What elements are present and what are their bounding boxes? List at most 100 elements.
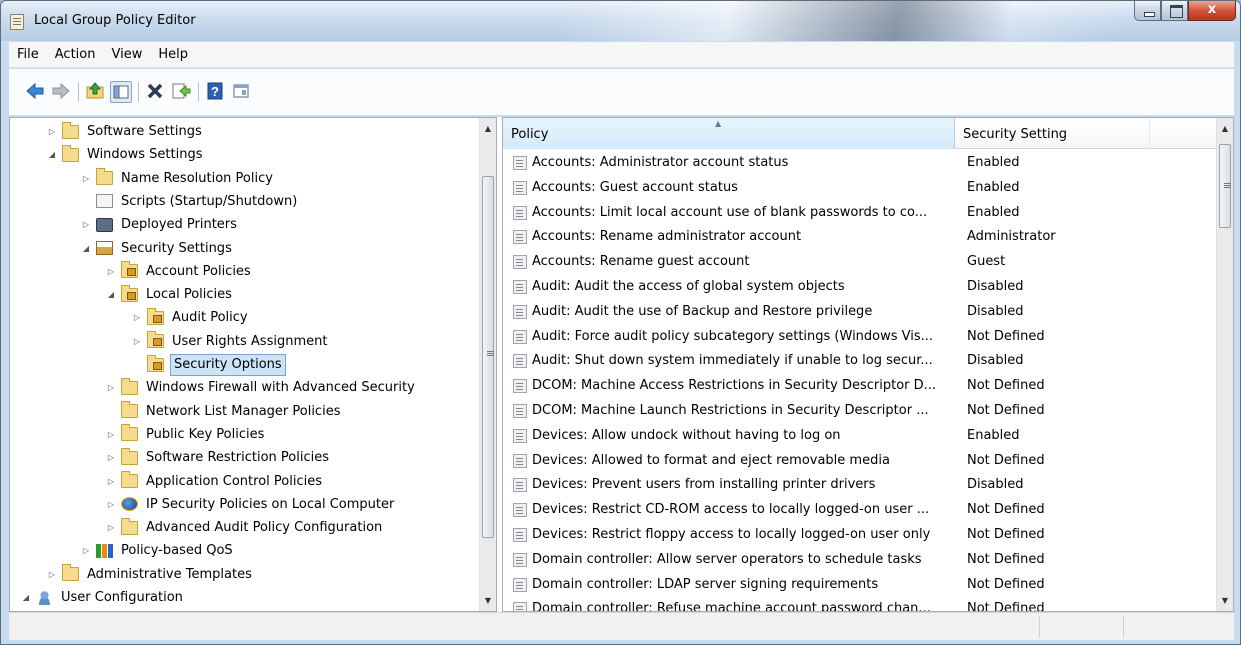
export-list-icon[interactable] (170, 81, 192, 103)
tree-scroll-thumb[interactable] (482, 176, 494, 538)
list-scrollbar[interactable]: ▲ ▼ (1216, 118, 1233, 611)
expand-arrow-icon[interactable]: ▷ (80, 167, 92, 190)
scroll-down-arrow-icon[interactable]: ▼ (1217, 592, 1233, 609)
tree-item-ip-security-policies-on-local-computer[interactable]: ▷ IP Security Policies on Local Computer (105, 493, 396, 516)
expand-arrow-icon[interactable]: ▷ (105, 423, 117, 446)
collapse-arrow-icon[interactable]: ◢ (80, 237, 92, 260)
tree-item-windows-settings[interactable]: ◢ Windows Settings (46, 143, 204, 166)
collapse-arrow-icon[interactable]: ◢ (105, 283, 117, 306)
policy-row[interactable]: Devices: Restrict floppy access to local… (503, 522, 1218, 547)
expand-arrow-icon[interactable]: ▷ (131, 306, 143, 329)
policy-row[interactable]: Audit: Shut down system immediately if u… (503, 348, 1218, 373)
policy-row[interactable]: Audit: Audit the access of global system… (503, 274, 1218, 299)
menu-help[interactable]: Help (150, 43, 196, 67)
show-hide-tree-icon[interactable] (110, 81, 132, 103)
tree-item-label: Account Policies (146, 263, 251, 279)
tree-item-scripts-startup-shutdown[interactable]: Scripts (Startup/Shutdown) (80, 190, 299, 213)
scroll-up-arrow-icon[interactable]: ▲ (1217, 120, 1233, 137)
expand-arrow-icon[interactable]: ▷ (46, 120, 58, 143)
list-scroll-thumb[interactable] (1219, 144, 1231, 228)
policy-row[interactable]: Domain controller: Allow server operator… (503, 547, 1218, 572)
expand-arrow-icon[interactable]: ▷ (105, 260, 117, 283)
policy-row[interactable]: Accounts: Administrator account status En… (503, 150, 1218, 175)
policy-row[interactable]: Accounts: Limit local account use of bla… (503, 200, 1218, 225)
delete-icon[interactable] (144, 81, 166, 103)
tree-item-user-configuration[interactable]: ◢ User Configuration (20, 586, 185, 609)
main-content: ▷ Software Settings ◢ Windows Settings ▷ Name… (9, 117, 1234, 612)
policy-row[interactable]: DCOM: Machine Access Restrictions in Sec… (503, 373, 1218, 398)
maximize-button[interactable] (1161, 1, 1188, 21)
menu-view[interactable]: View (103, 43, 150, 67)
toolbar-separator (138, 82, 139, 102)
tree-item-name-resolution-policy[interactable]: ▷ Name Resolution Policy (80, 167, 275, 190)
policy-row[interactable]: Audit: Audit the use of Backup and Resto… (503, 299, 1218, 324)
tree-item-account-policies[interactable]: ▷ Account Policies (105, 260, 253, 283)
forward-icon[interactable] (50, 81, 72, 103)
policy-row[interactable]: Audit: Force audit policy subcategory se… (503, 324, 1218, 349)
properties-icon[interactable] (230, 81, 252, 103)
column-label-security-setting: Security Setting (963, 127, 1068, 142)
policy-name: Audit: Audit the access of global system… (532, 279, 845, 294)
tree-item-local-policies[interactable]: ◢ Local Policies (105, 283, 234, 306)
tree-item-security-options[interactable]: Security Options (131, 353, 286, 376)
folder-icon (121, 471, 138, 488)
policy-row[interactable]: DCOM: Machine Launch Restrictions in Sec… (503, 398, 1218, 423)
policy-setting-icon (513, 304, 527, 319)
tree-item-audit-policy[interactable]: ▷ Audit Policy (131, 306, 250, 329)
tree-item-label: Security Options (170, 353, 286, 376)
policy-row[interactable]: Devices: Prevent users from installing p… (503, 472, 1218, 497)
expand-arrow-icon[interactable]: ▷ (105, 376, 117, 399)
tree-item-windows-firewall-with-advanced-security[interactable]: ▷ Windows Firewall with Advanced Security (105, 376, 417, 399)
tree-item-policy-based-qos[interactable]: ▷ Policy-based QoS (80, 539, 235, 562)
tree-item-security-settings[interactable]: ◢ Security Settings (80, 237, 234, 260)
expand-arrow-icon[interactable]: ▷ (80, 213, 92, 236)
column-header-policy[interactable]: Policy ▲ (503, 118, 955, 149)
tree-item-public-key-policies[interactable]: ▷ Public Key Policies (105, 423, 266, 446)
menu-action[interactable]: Action (47, 43, 104, 67)
collapse-arrow-icon[interactable]: ◢ (46, 143, 58, 166)
expand-arrow-icon[interactable]: ▷ (131, 330, 143, 353)
policy-row[interactable]: Accounts: Guest account status Enabled (503, 175, 1218, 200)
policy-row[interactable]: Devices: Allowed to format and eject rem… (503, 448, 1218, 473)
policy-row[interactable]: Accounts: Rename guest account Guest (503, 249, 1218, 274)
expand-arrow-icon[interactable]: ▷ (105, 470, 117, 493)
tree-item-software-settings[interactable]: ▷ Software Settings (46, 120, 204, 143)
policy-row[interactable]: Devices: Restrict CD-ROM access to local… (503, 497, 1218, 522)
tree-item-label: Local Policies (146, 287, 232, 303)
tree-item-network-list-manager-policies[interactable]: Network List Manager Policies (105, 400, 342, 423)
security-folder-icon (121, 284, 138, 302)
tree-item-deployed-printers[interactable]: ▷ Deployed Printers (80, 213, 239, 236)
expand-arrow-icon[interactable]: ▷ (105, 446, 117, 469)
up-folder-icon[interactable] (84, 81, 106, 103)
tree-item-administrative-templates[interactable]: ▷ Administrative Templates (46, 563, 254, 586)
security-setting-value: Not Defined (967, 452, 1045, 468)
scroll-up-arrow-icon[interactable]: ▲ (480, 120, 496, 137)
policy-row[interactable]: Devices: Allow undock without having to … (503, 423, 1218, 448)
tree-item-software-restriction-policies[interactable]: ▷ Software Restriction Policies (105, 446, 331, 469)
expand-arrow-icon[interactable]: ▷ (46, 563, 58, 586)
app-window: Local Group Policy Editor x File Action … (0, 0, 1241, 645)
expand-arrow-icon[interactable]: ▷ (105, 516, 117, 539)
policy-row[interactable]: Domain controller: LDAP server signing r… (503, 572, 1218, 597)
tree-scrollbar[interactable]: ▲ ▼ (479, 118, 496, 611)
policy-setting-icon (513, 180, 527, 195)
expand-arrow-icon[interactable]: ▷ (80, 539, 92, 562)
column-header-security-setting[interactable]: Security Setting (955, 118, 1150, 149)
tree-item-application-control-policies[interactable]: ▷ Application Control Policies (105, 470, 324, 493)
tree-item-label: Scripts (Startup/Shutdown) (121, 193, 298, 209)
tree-item-advanced-audit-policy-configuration[interactable]: ▷ Advanced Audit Policy Configuration (105, 516, 384, 539)
expand-arrow-icon[interactable]: ▷ (105, 493, 117, 516)
scroll-down-arrow-icon[interactable]: ▼ (480, 592, 496, 609)
back-icon[interactable] (24, 81, 46, 103)
gpedit-app-icon (10, 14, 24, 30)
minimize-button[interactable] (1134, 1, 1161, 21)
title-bar[interactable]: Local Group Policy Editor x (1, 1, 1240, 41)
close-button[interactable]: x (1188, 1, 1236, 21)
help-icon[interactable]: ? (204, 81, 226, 103)
collapse-arrow-icon[interactable]: ◢ (20, 586, 32, 609)
policy-row[interactable]: Accounts: Rename administrator account Ad… (503, 224, 1218, 249)
menu-file[interactable]: File (9, 43, 47, 67)
tree-item-user-rights-assignment[interactable]: ▷ User Rights Assignment (131, 330, 329, 353)
policy-row[interactable]: Domain controller: Refuse machine accoun… (503, 596, 1218, 611)
policy-setting-icon (513, 503, 527, 518)
